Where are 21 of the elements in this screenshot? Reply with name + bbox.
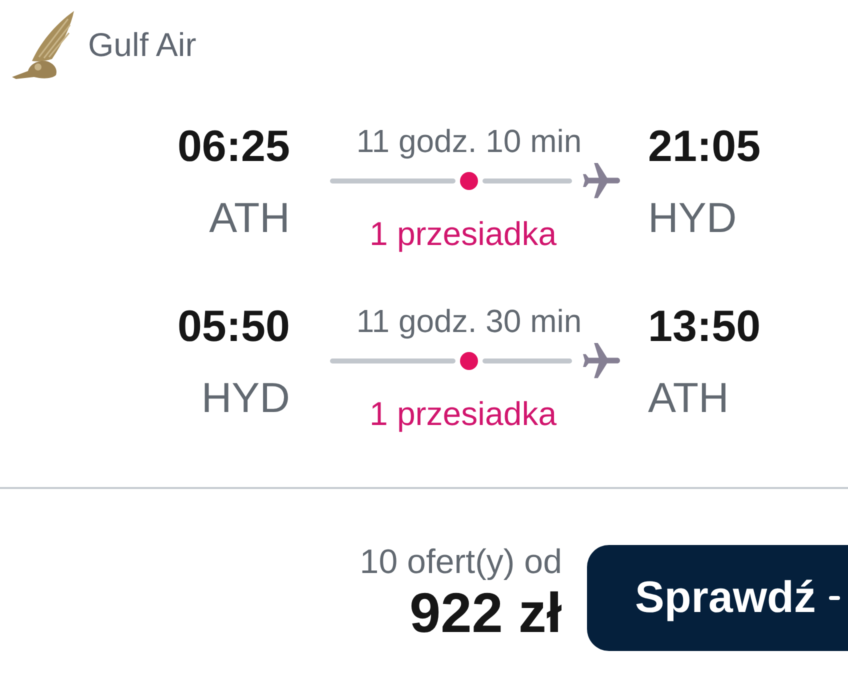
falcon-logo [12, 11, 75, 79]
arrival-airport: HYD [648, 194, 737, 242]
stops-label: 1 przesiadka [369, 396, 557, 432]
departure-time: 05:50 [177, 303, 290, 351]
stops-label: 1 przesiadka [369, 216, 557, 252]
stop-dot-icon [460, 172, 478, 190]
stop-dot-icon [460, 352, 478, 370]
airplane-icon [583, 342, 620, 380]
departure-airport: HYD [201, 374, 290, 422]
price: 922 zł [409, 582, 562, 644]
arrival-time: 13:50 [648, 303, 761, 351]
flight-duration: 11 godz. 30 min [356, 303, 582, 339]
arrival-time: 21:05 [648, 123, 761, 171]
airplane-icon [583, 162, 620, 200]
arrival-airport: ATH [648, 374, 729, 422]
departure-airport: ATH [209, 194, 290, 242]
flight-duration: 11 godz. 10 min [356, 123, 582, 159]
departure-time: 06:25 [177, 123, 290, 171]
offers-count: 10 ofert(y) od [360, 542, 562, 582]
airline-name: Gulf Air [88, 25, 196, 65]
check-button[interactable]: Sprawdź [587, 545, 848, 651]
